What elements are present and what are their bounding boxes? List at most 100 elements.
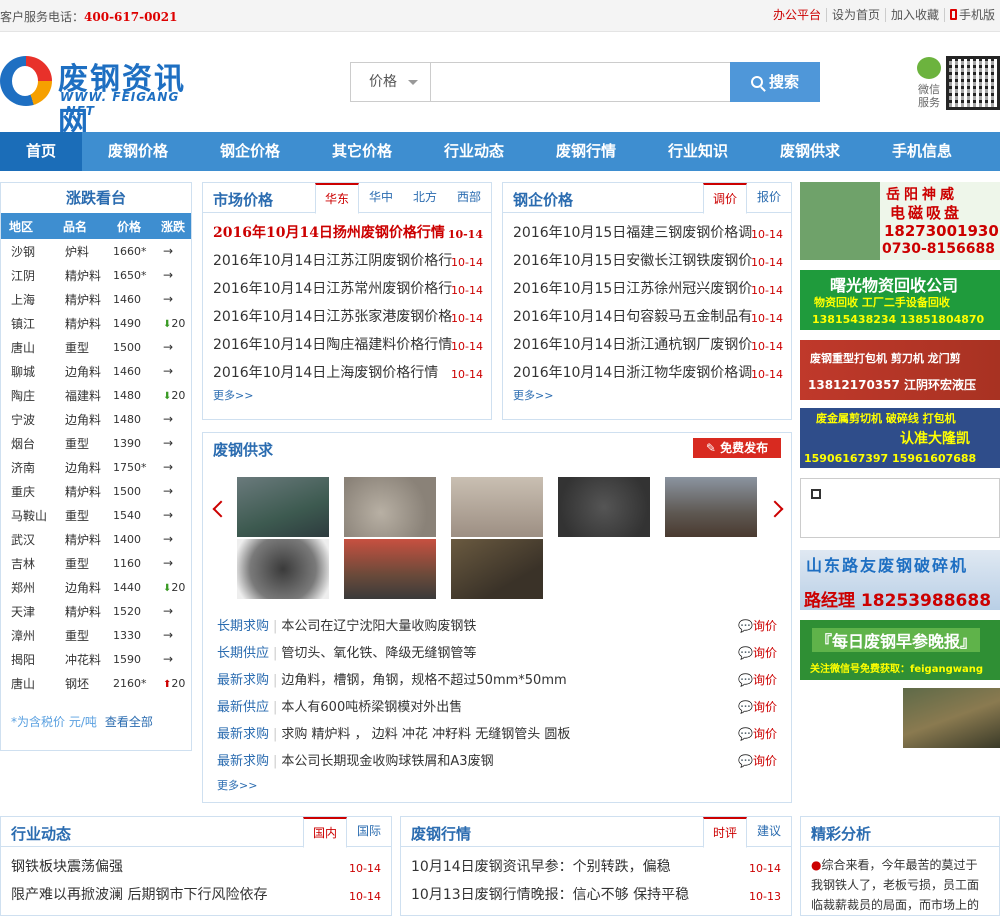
table-row[interactable]: 宁波 边角料 1480 →	[1, 407, 191, 431]
table-row[interactable]: 聊城 边角料 1460 →	[1, 359, 191, 383]
table-row[interactable]: 上海 精炉料 1460 →	[1, 287, 191, 311]
nav-knowledge[interactable]: 行业知识	[642, 132, 754, 171]
supply-type[interactable]: 最新求购	[217, 673, 269, 688]
ad-banner-5[interactable]: 山东路友废钢破碎机 路经理 18253988688	[800, 550, 1000, 611]
photo-thumb[interactable]	[451, 539, 543, 599]
table-row[interactable]: 沙钢 炉料 1660* →	[1, 239, 191, 263]
photo-thumb[interactable]	[237, 539, 329, 599]
table-row[interactable]: 天津 精炉料 1520 →	[1, 599, 191, 623]
inquiry-button[interactable]: 💬询价	[738, 640, 777, 667]
supply-type[interactable]: 最新求购	[217, 754, 269, 769]
news-item[interactable]: 2016年10月15日江苏徐州冠兴废钢价 10-14	[513, 275, 783, 303]
search-input[interactable]	[432, 63, 730, 101]
news-item[interactable]: 限产难以再掀波澜 后期钢市下行风险依存 10-14	[11, 881, 381, 909]
prev-arrow-icon[interactable]	[212, 500, 230, 518]
market-more-link[interactable]: 更多>>	[203, 387, 491, 403]
nav-industry-news[interactable]: 行业动态	[418, 132, 530, 171]
analysis-text[interactable]: ●综合来看，今年最苦的莫过于我钢铁人了，老板亏损，员工面临裁薪裁员的局面，而市场…	[801, 847, 999, 923]
tab-adjust[interactable]: 调价	[703, 183, 747, 214]
table-row[interactable]: 马鞍山 重型 1540 →	[1, 503, 191, 527]
supply-item[interactable]: 最新求购 | 边角料，槽钢，角钢，规格不超过50mm*50mm 💬询价	[217, 667, 777, 694]
tab-advice[interactable]: 建议	[747, 817, 791, 848]
news-item[interactable]: 2016年10月15日安徽长江钢铁废钢价 10-14	[513, 247, 783, 275]
ad-banner-2[interactable]: 曙光物资回收公司 物资回收 工厂二手设备回收 13815438234 13851…	[800, 270, 1000, 330]
free-publish-button[interactable]: ✎ 免费发布	[693, 438, 781, 458]
news-item[interactable]: 2016年10月14日江苏常州废钢价格行 10-14	[213, 275, 483, 303]
inquiry-button[interactable]: 💬询价	[738, 748, 777, 775]
table-row[interactable]: 吉林 重型 1160 →	[1, 551, 191, 575]
photo-thumb[interactable]	[344, 539, 436, 599]
table-row[interactable]: 唐山 钢坯 2160* ⬆20	[1, 671, 191, 695]
table-row[interactable]: 烟台 重型 1390 →	[1, 431, 191, 455]
inquiry-button[interactable]: 💬询价	[738, 667, 777, 694]
supply-more-link[interactable]: 更多>>	[207, 777, 257, 793]
supply-type[interactable]: 长期求购	[217, 619, 269, 634]
news-item[interactable]: 2016年10月14日江苏江阴废钢价格行 10-14	[213, 247, 483, 275]
next-arrow-icon[interactable]	[766, 500, 784, 518]
table-row[interactable]: 郑州 边角料 1440 ⬇20	[1, 575, 191, 599]
nav-other-price[interactable]: 其它价格	[306, 132, 418, 171]
photo-thumb[interactable]	[237, 477, 329, 537]
mobile-link[interactable]: 手机版	[943, 8, 1000, 22]
nav-market[interactable]: 废钢行情	[530, 132, 642, 171]
tab-xibu[interactable]: 西部	[447, 183, 491, 214]
search-category-select[interactable]: 价格	[351, 63, 431, 101]
tab-domestic[interactable]: 国内	[303, 817, 347, 848]
nav-mobile[interactable]: 手机信息	[866, 132, 978, 171]
supply-item[interactable]: 长期供应 | 管切头、氧化铁、降级无缝钢管等 💬询价	[217, 640, 777, 667]
set-homepage-link[interactable]: 设为首页	[825, 8, 885, 22]
nav-home[interactable]: 首页	[0, 132, 82, 171]
ad-banner-3[interactable]: 废钢重型打包机 剪刀机 龙门剪 13812170357 江阴环宏液压	[800, 340, 1000, 400]
photo-thumb[interactable]	[344, 477, 436, 537]
add-favorite-link[interactable]: 加入收藏	[884, 8, 944, 22]
table-row[interactable]: 唐山 重型 1500 →	[1, 335, 191, 359]
supply-item[interactable]: 最新求购 | 求购 精炉料 ， 边料 冲花 冲籽料 无缝钢管头 圆板 💬询价	[217, 721, 777, 748]
ad-banner-6[interactable]: 『每日废钢早参晚报』 关注微信号免费获取：feigangwang	[800, 620, 1000, 680]
tab-quote[interactable]: 报价	[747, 183, 791, 214]
news-item[interactable]: 2016年10月14日句容毅马五金制品有 10-14	[513, 303, 783, 331]
table-row[interactable]: 漳州 重型 1330 →	[1, 623, 191, 647]
inquiry-button[interactable]: 💬询价	[738, 721, 777, 748]
nav-mill-price[interactable]: 钢企价格	[194, 132, 306, 171]
photo-thumb[interactable]	[665, 477, 757, 537]
table-row[interactable]: 江阴 精炉料 1650* →	[1, 263, 191, 287]
ad-banner-empty[interactable]	[800, 478, 1000, 538]
nav-supply[interactable]: 废钢供求	[754, 132, 866, 171]
table-row[interactable]: 重庆 精炉料 1500 →	[1, 479, 191, 503]
news-item[interactable]: 2016年10月14日浙江通杭钢厂废钢价 10-14	[513, 331, 783, 359]
table-row[interactable]: 武汉 精炉料 1400 →	[1, 527, 191, 551]
supply-type[interactable]: 长期供应	[217, 646, 269, 661]
tab-beifang[interactable]: 北方	[403, 183, 447, 214]
news-item[interactable]: 2016年10月14日浙江物华废钢价格调 10-14	[513, 359, 783, 387]
tab-international[interactable]: 国际	[347, 817, 391, 848]
news-item[interactable]: 2016年10月14日陶庄福建料价格行情 10-14	[213, 331, 483, 359]
tab-huazhong[interactable]: 华中	[359, 183, 403, 214]
supply-item[interactable]: 长期求购 | 本公司在辽宁沈阳大量收购废钢铁 💬询价	[217, 613, 777, 640]
table-row[interactable]: 济南 边角料 1750* →	[1, 455, 191, 479]
ad-banner-1[interactable]: 岳阳神威 电磁吸盘 18273001930 0730-8156688	[800, 182, 1000, 260]
news-item[interactable]: 钢铁板块震荡偏强 10-14	[11, 853, 381, 881]
news-item[interactable]: 2016年10月15日福建三钢废钢价格调 10-14	[513, 219, 783, 247]
photo-thumb[interactable]	[451, 477, 543, 537]
supply-item[interactable]: 最新求购 | 本公司长期现金收购球铁屑和A3废钢 💬询价	[217, 748, 777, 775]
ad-banner-4[interactable]: 废金属剪切机 破碎线 打包机 认准大隆凯 15906167397 1596160…	[800, 408, 1000, 468]
news-item[interactable]: 10月13日废钢行情晚报：信心不够 保持平稳 10-13	[411, 881, 781, 909]
table-row[interactable]: 揭阳 冲花料 1590 →	[1, 647, 191, 671]
supply-item[interactable]: 最新供应 | 本人有600吨桥梁钢模对外出售 💬询价	[217, 694, 777, 721]
nav-scrap-price[interactable]: 废钢价格	[82, 132, 194, 171]
supply-type[interactable]: 最新求购	[217, 727, 269, 742]
inquiry-button[interactable]: 💬询价	[738, 694, 777, 721]
steel-more-link[interactable]: 更多>>	[503, 387, 791, 403]
ad-banner-7[interactable]	[903, 688, 1000, 748]
news-item[interactable]: 10月14日废钢资讯早参：个别转跌，偏稳 10-14	[411, 853, 781, 881]
news-item[interactable]: 2016年10月14日上海废钢价格行情 10-14	[213, 359, 483, 387]
tab-review[interactable]: 时评	[703, 817, 747, 848]
view-all-link[interactable]: 查看全部	[105, 715, 153, 729]
search-button[interactable]: 搜索	[730, 62, 820, 102]
office-link[interactable]: 办公平台	[768, 8, 826, 22]
table-row[interactable]: 镇江 精炉料 1490 ⬇20	[1, 311, 191, 335]
news-item[interactable]: 2016年10月14日扬州废钢价格行情 10-14	[213, 219, 483, 247]
photo-thumb[interactable]	[558, 477, 650, 537]
news-item[interactable]: 2016年10月14日江苏张家港废钢价格 10-14	[213, 303, 483, 331]
tab-huadong[interactable]: 华东	[315, 183, 359, 214]
